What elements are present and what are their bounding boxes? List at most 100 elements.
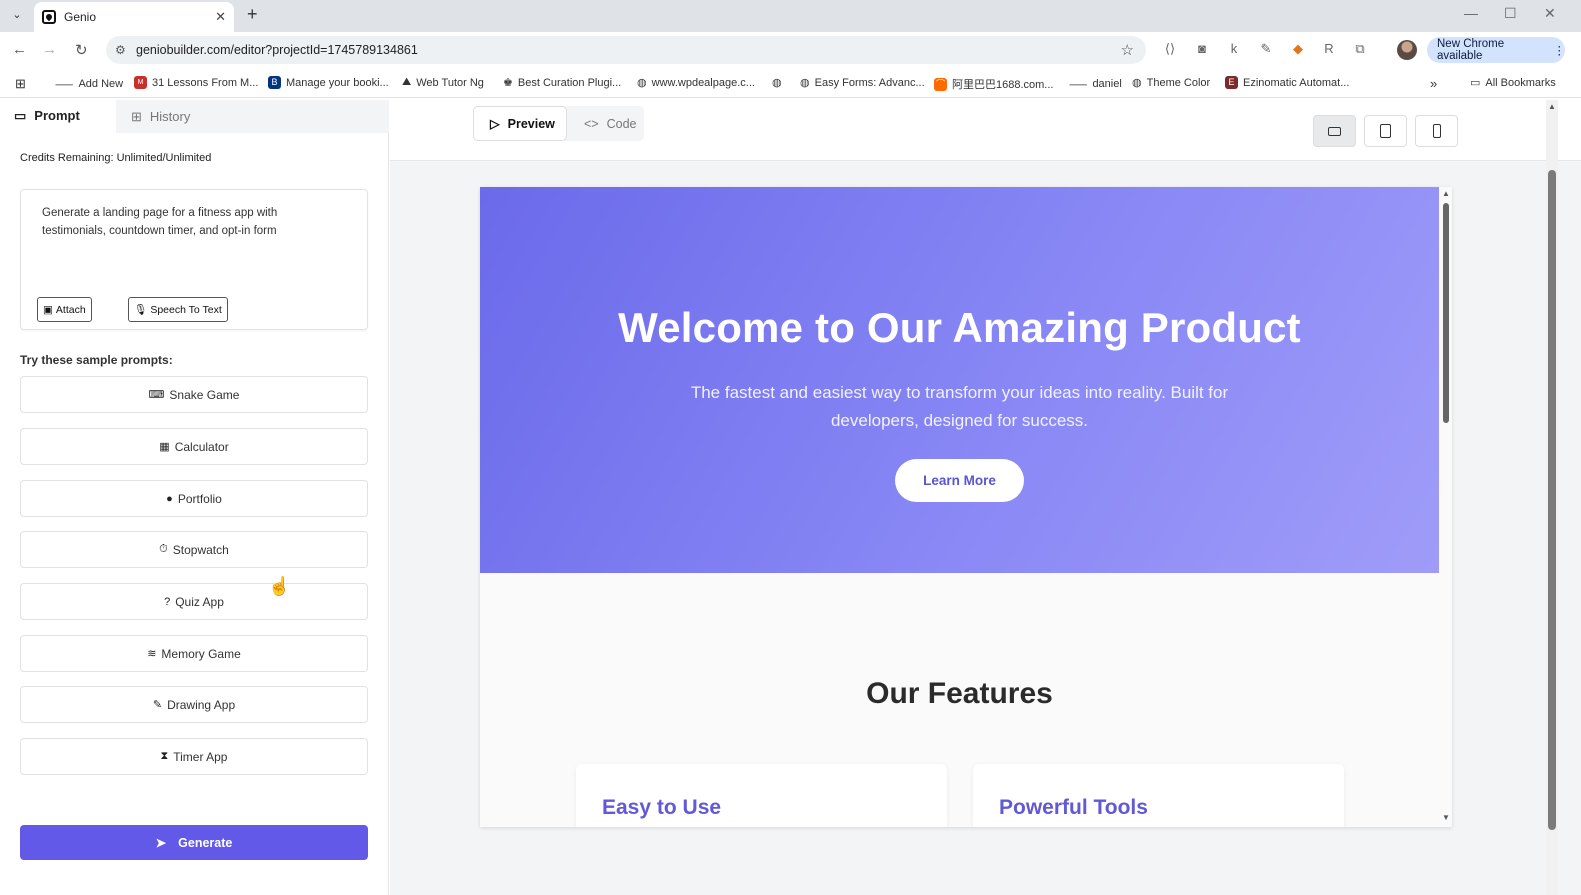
- sample-quiz-app[interactable]: ? Quiz App: [20, 583, 368, 620]
- address-bar[interactable]: ⚙ geniobuilder.com/editor?projectId=1745…: [106, 36, 1146, 64]
- code-icon: <>: [584, 116, 599, 131]
- preview-scrollbar[interactable]: ▲ ▼: [1442, 189, 1450, 823]
- window-close-icon[interactable]: ✕: [1544, 5, 1556, 22]
- view-toggle: ▷ Preview <> Code: [473, 106, 644, 141]
- new-tab-button[interactable]: +: [247, 4, 258, 25]
- tab-preview[interactable]: ▷ Preview: [473, 106, 567, 141]
- generate-button[interactable]: ➤ Generate: [20, 825, 368, 860]
- tab-history-label: History: [149, 109, 191, 124]
- url-text: geniobuilder.com/editor?projectId=174578…: [136, 43, 418, 57]
- new-chrome-available-button[interactable]: New Chrome available ⋮: [1427, 37, 1565, 63]
- bookmark-label: Web Tutor Ng: [416, 76, 484, 89]
- sample-memory-game[interactable]: ≋ Memory Game: [20, 635, 368, 672]
- bookmark-best-curation[interactable]: ♚ Best Curation Plugi...: [503, 76, 621, 90]
- all-bookmarks[interactable]: ▭ All Bookmarks: [1470, 76, 1556, 90]
- tab-search-dropdown-icon[interactable]: ⌄: [6, 3, 28, 25]
- learn-more-button[interactable]: Learn More: [895, 459, 1024, 502]
- prompt-input[interactable]: Generate a landing page for a fitness ap…: [20, 189, 368, 330]
- dash-icon: ⸺: [1069, 79, 1088, 91]
- bookmark-label: Theme Color: [1146, 76, 1211, 89]
- credits-remaining: Credits Remaining: Unlimited/Unlimited: [20, 152, 212, 164]
- bookmark-manage-booking[interactable]: B Manage your booki...: [268, 76, 389, 89]
- forward-icon[interactable]: →: [42, 41, 57, 58]
- apps-grid-icon[interactable]: ⊞: [15, 76, 26, 92]
- bookmark-add-new[interactable]: ⸺ Add New: [55, 76, 123, 92]
- bookmark-label: Manage your booki...: [286, 76, 389, 89]
- feature-card: Easy to Use: [576, 764, 947, 827]
- editor-toolbar: ▷ Preview <> Code: [390, 100, 1581, 161]
- bookmark-easy-forms[interactable]: ◍ Easy Forms: Advanc...: [800, 76, 925, 90]
- preview-scroll-thumb[interactable]: [1443, 203, 1449, 423]
- bookmark-label: daniel: [1092, 78, 1122, 90]
- sample-snake-game[interactable]: ⌨ Snake Game: [20, 376, 368, 413]
- tablet-icon: [1380, 124, 1391, 138]
- site-info-icon[interactable]: ⚙: [115, 43, 126, 57]
- browser-tab-bar: ⌄ Genio ✕ + — ☐ ✕: [0, 0, 1581, 32]
- layers-icon: ≋: [147, 648, 157, 660]
- extension-r-icon[interactable]: R: [1321, 41, 1337, 57]
- genio-favicon-icon: [42, 10, 56, 24]
- editor-area: ▷ Preview <> Code Welcome to Our Amazing…: [390, 100, 1581, 895]
- curation-icon: ♚: [503, 77, 513, 89]
- hourglass-icon: ⧗: [160, 750, 169, 762]
- prompt-text[interactable]: Generate a landing page for a fitness ap…: [42, 204, 342, 240]
- bookmark-theme-color[interactable]: ◍ Theme Color: [1132, 76, 1211, 90]
- page-scroll-thumb[interactable]: [1548, 170, 1556, 830]
- page-scrollbar[interactable]: ▲: [1546, 100, 1558, 895]
- bookmark-ezinomatic[interactable]: E Ezinomatic Automat...: [1225, 76, 1349, 89]
- code-label: Code: [606, 116, 637, 131]
- sample-timer-app[interactable]: ⧗ Timer App: [20, 738, 368, 775]
- feature-card-title: Powerful Tools: [999, 796, 1148, 819]
- bookmark-daniel[interactable]: ⸺ daniel: [1069, 76, 1122, 92]
- reload-icon[interactable]: ↻: [75, 41, 88, 59]
- browser-tab[interactable]: Genio ✕: [34, 2, 234, 32]
- camera-icon[interactable]: ◙: [1194, 41, 1210, 57]
- back-icon[interactable]: ←: [12, 41, 27, 58]
- extensions-puzzle-icon[interactable]: ⧉: [1352, 41, 1368, 57]
- grid-icon: ⊞: [131, 108, 142, 124]
- sample-label: Snake Game: [169, 387, 240, 402]
- page-scroll-up-icon[interactable]: ▲: [1548, 102, 1556, 111]
- bookmark-web-tutor[interactable]: ⛰ Web Tutor Ng: [402, 76, 484, 89]
- sample-calculator[interactable]: ▦ Calculator: [20, 428, 368, 465]
- tab-history[interactable]: ⊞ History: [117, 100, 204, 133]
- sample-drawing-app[interactable]: ✎ Drawing App: [20, 686, 368, 723]
- sample-portfolio[interactable]: ● Portfolio: [20, 480, 368, 517]
- brush-icon: ✎: [152, 699, 163, 711]
- globe-icon: ◍: [637, 77, 647, 89]
- extension-code-icon[interactable]: ⟨⟩: [1162, 41, 1178, 57]
- bookmark-globe[interactable]: ◍: [772, 76, 787, 89]
- tab-code[interactable]: <> Code: [568, 106, 653, 141]
- sample-label: Timer App: [173, 749, 228, 764]
- bookmark-label: 阿里巴巴1688.com...: [952, 79, 1054, 91]
- browser-toolbar: ← → ↻ ⚙ geniobuilder.com/editor?projectI…: [0, 32, 1581, 68]
- metamask-icon[interactable]: ◆: [1290, 41, 1306, 57]
- scroll-up-icon[interactable]: ▲: [1442, 189, 1450, 198]
- device-tablet-button[interactable]: [1364, 115, 1407, 147]
- tab-prompt[interactable]: ▭ Prompt: [0, 100, 116, 133]
- bookmark-star-icon[interactable]: ☆: [1121, 41, 1134, 59]
- scroll-down-icon[interactable]: ▼: [1442, 813, 1450, 822]
- device-phone-button[interactable]: [1415, 115, 1458, 147]
- bookmark-1688[interactable]: ⌒ 阿里巴巴1688.com...: [934, 76, 1053, 92]
- dash-icon: ⸺: [55, 79, 74, 91]
- bookmarks-bar: ⊞ ⸺ Add New M 31 Lessons From M... B Manage…: [0, 68, 1581, 98]
- bookmark-wpdealpage[interactable]: ◍ www.wpdealpage.c...: [637, 76, 755, 90]
- attach-button[interactable]: ▣ Attach: [37, 297, 92, 322]
- profile-avatar[interactable]: [1397, 40, 1417, 60]
- minimize-icon[interactable]: —: [1464, 5, 1478, 21]
- tab-prompt-label: Prompt: [34, 108, 80, 123]
- booking-icon: B: [268, 76, 281, 89]
- bookmark-31-lessons[interactable]: M 31 Lessons From M...: [134, 76, 258, 89]
- pen-icon[interactable]: ✎: [1258, 41, 1274, 57]
- bookmark-label: Ezinomatic Automat...: [1243, 76, 1350, 89]
- left-panel: ▭ Prompt ⊞ History Credits Remaining: Un…: [0, 100, 389, 895]
- bookmarks-overflow-icon[interactable]: »: [1430, 76, 1437, 91]
- speech-to-text-button[interactable]: 🎙 Speech To Text: [128, 297, 228, 322]
- sample-stopwatch[interactable]: ⏱ Stopwatch: [20, 531, 368, 568]
- tab-close-icon[interactable]: ✕: [215, 9, 226, 25]
- maximize-icon[interactable]: ☐: [1504, 5, 1517, 22]
- device-laptop-button[interactable]: [1313, 115, 1356, 147]
- extension-k-icon[interactable]: k: [1226, 41, 1242, 57]
- all-bookmarks-label: All Bookmarks: [1485, 76, 1556, 89]
